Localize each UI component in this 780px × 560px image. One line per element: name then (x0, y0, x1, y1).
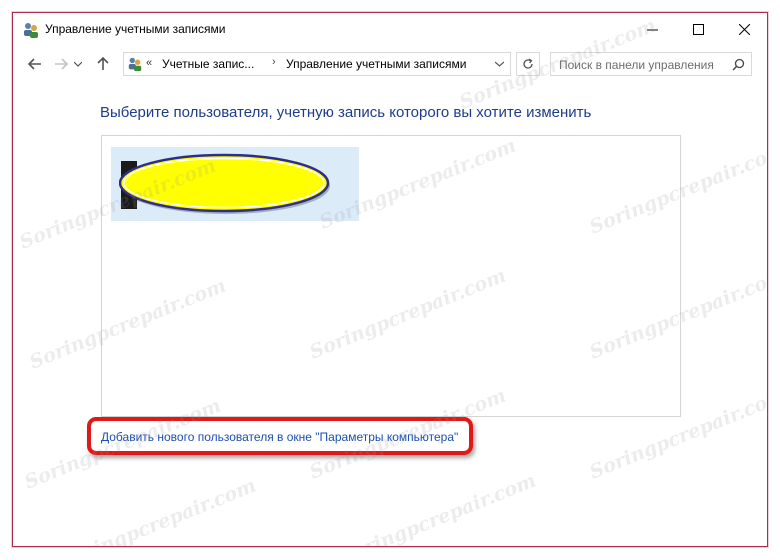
back-button[interactable] (25, 54, 45, 74)
maximize-icon (692, 23, 704, 35)
recent-pages-button[interactable] (71, 54, 85, 74)
user-accounts-icon (24, 23, 38, 38)
minimize-icon (646, 29, 658, 30)
search-input[interactable]: Поиск в панели управления (559, 58, 714, 72)
watermark: Soringpcrepair.com (56, 474, 260, 547)
refresh-button[interactable] (516, 52, 540, 76)
refresh-icon (523, 58, 533, 69)
arrow-right-icon (55, 58, 68, 70)
up-button[interactable] (93, 54, 113, 74)
add-user-link[interactable]: Добавить нового пользователя в окне "Пар… (101, 430, 458, 444)
chevron-down-icon (494, 61, 504, 67)
redaction-mark (119, 153, 330, 214)
address-bar[interactable]: « Учетные запис... › Управление учетными… (123, 52, 511, 76)
breadcrumb-overflow[interactable]: « (146, 57, 152, 69)
minimize-button[interactable] (629, 13, 675, 45)
forward-button[interactable] (51, 54, 71, 74)
user-accounts-icon (128, 57, 142, 72)
chevron-down-icon (74, 61, 82, 67)
arrow-up-icon (97, 57, 109, 70)
accounts-list (101, 135, 681, 417)
search-icon[interactable] (732, 58, 745, 71)
maximize-button[interactable] (675, 13, 721, 45)
title-bar: Управление учетными записями (13, 13, 767, 45)
address-dropdown-button[interactable] (490, 55, 508, 73)
navigation-bar: « Учетные запис... › Управление учетными… (13, 51, 767, 77)
close-button[interactable] (721, 13, 767, 45)
search-box[interactable]: Поиск в панели управления (550, 52, 752, 76)
breadcrumb-account-management[interactable]: Управление учетными записями (286, 57, 466, 71)
watermark: Soringpcrepair.com (336, 469, 540, 547)
account-management-window: Управление учетными записями « Учетные з… (12, 12, 768, 547)
page-heading: Выберите пользователя, учетную запись ко… (100, 104, 592, 121)
user-account-tile[interactable] (111, 147, 359, 221)
arrow-left-icon (28, 58, 41, 70)
close-icon (738, 23, 750, 35)
breadcrumb-separator[interactable]: › (272, 56, 276, 68)
window-title: Управление учетными записями (45, 22, 226, 36)
breadcrumb-user-accounts[interactable]: Учетные запис... (162, 57, 254, 71)
